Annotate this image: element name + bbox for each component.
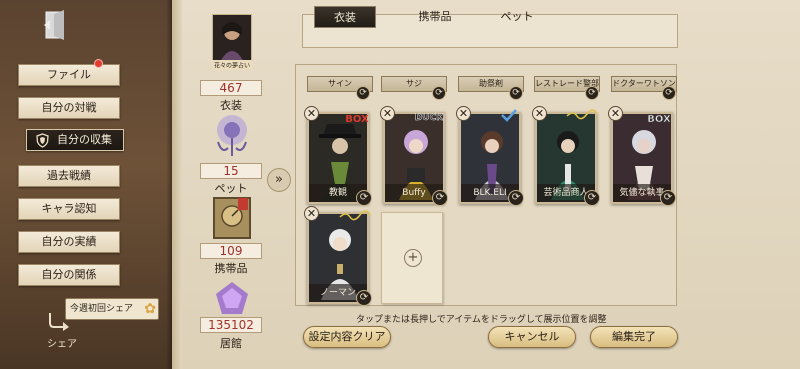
costume-portrait: 花々の夢占い: [212, 14, 252, 70]
sync-icon[interactable]: ⟳: [584, 190, 600, 206]
cancel-button[interactable]: キャンセル: [488, 326, 576, 348]
menu-file[interactable]: ファイル: [18, 64, 120, 86]
box-badge-icon: BOX: [647, 114, 671, 126]
costume-count: 467: [200, 80, 262, 96]
pet-count: 15: [200, 163, 262, 179]
remove-card-button[interactable]: ✕: [380, 106, 395, 121]
pet-portrait: [217, 115, 247, 156]
reset-settings-button[interactable]: 設定内容クリア: [303, 326, 391, 348]
sync-icon[interactable]: ⟳: [356, 290, 372, 306]
pet-label: ペット: [214, 182, 248, 195]
finish-edit-button[interactable]: 編集完了: [590, 326, 678, 348]
portrait-caption: 花々の夢占い: [214, 62, 250, 70]
svg-text:DUCK: DUCK: [415, 113, 444, 123]
add-slot[interactable]: +: [381, 212, 443, 304]
svg-text:BOX: BOX: [647, 114, 671, 125]
sync-icon[interactable]: ⟳: [509, 86, 523, 100]
weekly-share-badge: 今週初回シェア ✿: [65, 298, 159, 320]
item-count: 109: [200, 243, 262, 259]
residence-portrait: [216, 282, 248, 314]
reward-icon: ✿: [144, 301, 156, 317]
check-badge-icon: [501, 109, 517, 122]
remove-card-button[interactable]: ✕: [608, 106, 623, 121]
weekly-share-text: 今週初回シェア: [70, 304, 134, 314]
residence-label: 居館: [220, 337, 242, 350]
sync-icon[interactable]: ⟳: [662, 86, 676, 100]
remove-card-button[interactable]: ✕: [304, 206, 319, 221]
plus-icon: +: [404, 249, 422, 267]
remove-card-button[interactable]: ✕: [304, 106, 319, 121]
menu-my-collection[interactable]: 自分の収集: [26, 129, 124, 151]
svg-text:BOX: BOX: [345, 114, 369, 125]
box-badge-icon: BOX: [345, 114, 369, 125]
menu-past-records[interactable]: 過去戦績: [18, 165, 120, 187]
menu-character-recognition[interactable]: キャラ認知: [18, 198, 120, 220]
menu-my-relations[interactable]: 自分の関係: [18, 264, 120, 286]
expand-arrow-icon[interactable]: »: [267, 168, 291, 192]
sync-icon[interactable]: ⟳: [356, 86, 370, 100]
tab-items[interactable]: 携帯品: [404, 6, 466, 28]
share-label[interactable]: シェア: [47, 335, 77, 350]
sync-icon[interactable]: ⟳: [356, 190, 372, 206]
remove-card-button[interactable]: ✕: [532, 106, 547, 121]
sync-icon[interactable]: ⟳: [432, 190, 448, 206]
notification-dot: [94, 59, 103, 68]
exit-door-icon[interactable]: [40, 8, 74, 42]
remove-card-button[interactable]: ✕: [456, 106, 471, 121]
menu-my-collection-label: 自分の収集: [57, 133, 112, 146]
sync-icon[interactable]: ⟳: [660, 190, 676, 206]
item-portrait: [213, 197, 251, 239]
signature-badge-icon: [339, 210, 371, 221]
signature-badge-icon: [566, 109, 598, 120]
menu-my-achievements[interactable]: 自分の実績: [18, 231, 120, 253]
tab-pets[interactable]: ペット: [486, 6, 548, 28]
sync-icon[interactable]: ⟳: [508, 190, 524, 206]
tab-costume[interactable]: 衣装: [314, 6, 376, 28]
shield-icon: [36, 133, 49, 148]
drag-hint: タップまたは長押しでアイテムをドラッグして展示位置を調整: [356, 315, 607, 325]
duck-badge-icon: DUCK: [415, 113, 445, 124]
residence-count: 135102: [200, 317, 262, 333]
menu-my-matches[interactable]: 自分の対戦: [18, 97, 120, 119]
panel-edge: [172, 0, 182, 369]
sync-icon[interactable]: ⟳: [585, 86, 599, 100]
item-label: 携帯品: [214, 262, 248, 275]
sync-icon[interactable]: ⟳: [432, 86, 446, 100]
